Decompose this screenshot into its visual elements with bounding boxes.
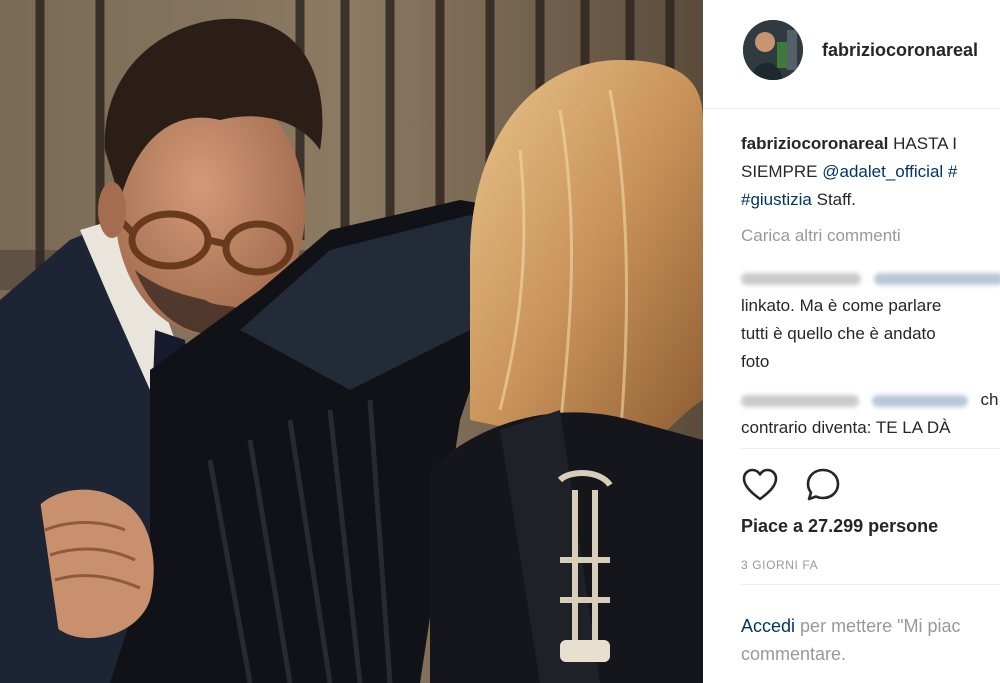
caption-line-1: fabriziocoronareal HASTA I xyxy=(741,130,1000,158)
blurred-username[interactable] xyxy=(741,394,859,407)
caption-hashtag-link[interactable]: # xyxy=(948,162,957,181)
post-side-panel: fabriziocoronareal fabriziocoronareal HA… xyxy=(703,0,1000,683)
divider xyxy=(741,584,1000,585)
login-prompt-text: commentare. xyxy=(741,644,847,664)
caption-text: SIEMPRE xyxy=(741,162,818,181)
caption-text: Staff. xyxy=(816,190,856,209)
comment-text: linkato. Ma è come parlare xyxy=(741,296,942,315)
post-header: fabriziocoronareal xyxy=(703,0,1000,109)
login-prompt-text: per mettere "Mi piac xyxy=(800,616,961,636)
comment: linkato. Ma è come parlare tutti è quell… xyxy=(741,264,1000,376)
comment-text: tutti è quello che è andato xyxy=(741,324,936,343)
blurred-mention[interactable] xyxy=(873,272,1000,285)
caption-text: HASTA I xyxy=(893,134,958,153)
post-date[interactable]: 3 GIORNI FA xyxy=(741,558,818,572)
post-photo[interactable] xyxy=(0,0,703,683)
blurred-username[interactable] xyxy=(741,272,861,285)
header-username-link[interactable]: fabriziocoronareal xyxy=(822,40,978,61)
blurred-mention[interactable] xyxy=(871,394,968,407)
caption-hashtag-link[interactable]: #giustizia xyxy=(741,190,812,209)
comment-text: contrario diventa: TE LA DÀ xyxy=(741,418,951,437)
avatar-image xyxy=(743,20,803,80)
comment-text: foto xyxy=(741,352,770,371)
caption-line-3: #giustizia Staff. xyxy=(741,186,1000,214)
post-caption: fabriziocoronareal HASTA I SIEMPRE @adal… xyxy=(741,130,1000,214)
comment-bubble-icon[interactable] xyxy=(804,466,842,504)
heart-icon[interactable] xyxy=(741,466,779,504)
comment-header xyxy=(741,264,1000,292)
photo-illustration xyxy=(0,0,703,683)
caption-username[interactable]: fabriziocoronareal xyxy=(741,134,888,153)
comment-header: ch xyxy=(741,386,998,414)
load-more-comments-button[interactable]: Carica altri commenti xyxy=(741,226,901,246)
comment: ch contrario diventa: TE LA DÀ xyxy=(741,386,998,442)
login-prompt: Accedi per mettere "Mi piac commentare. xyxy=(741,612,1000,668)
likes-count[interactable]: Piace a 27.299 persone xyxy=(741,516,938,537)
avatar[interactable] xyxy=(743,20,803,80)
caption-mention-link[interactable]: @adalet_official xyxy=(822,162,943,181)
divider xyxy=(741,448,1000,449)
login-link[interactable]: Accedi xyxy=(741,616,795,636)
caption-line-2: SIEMPRE @adalet_official # xyxy=(741,158,1000,186)
comment-text: ch xyxy=(980,390,999,409)
